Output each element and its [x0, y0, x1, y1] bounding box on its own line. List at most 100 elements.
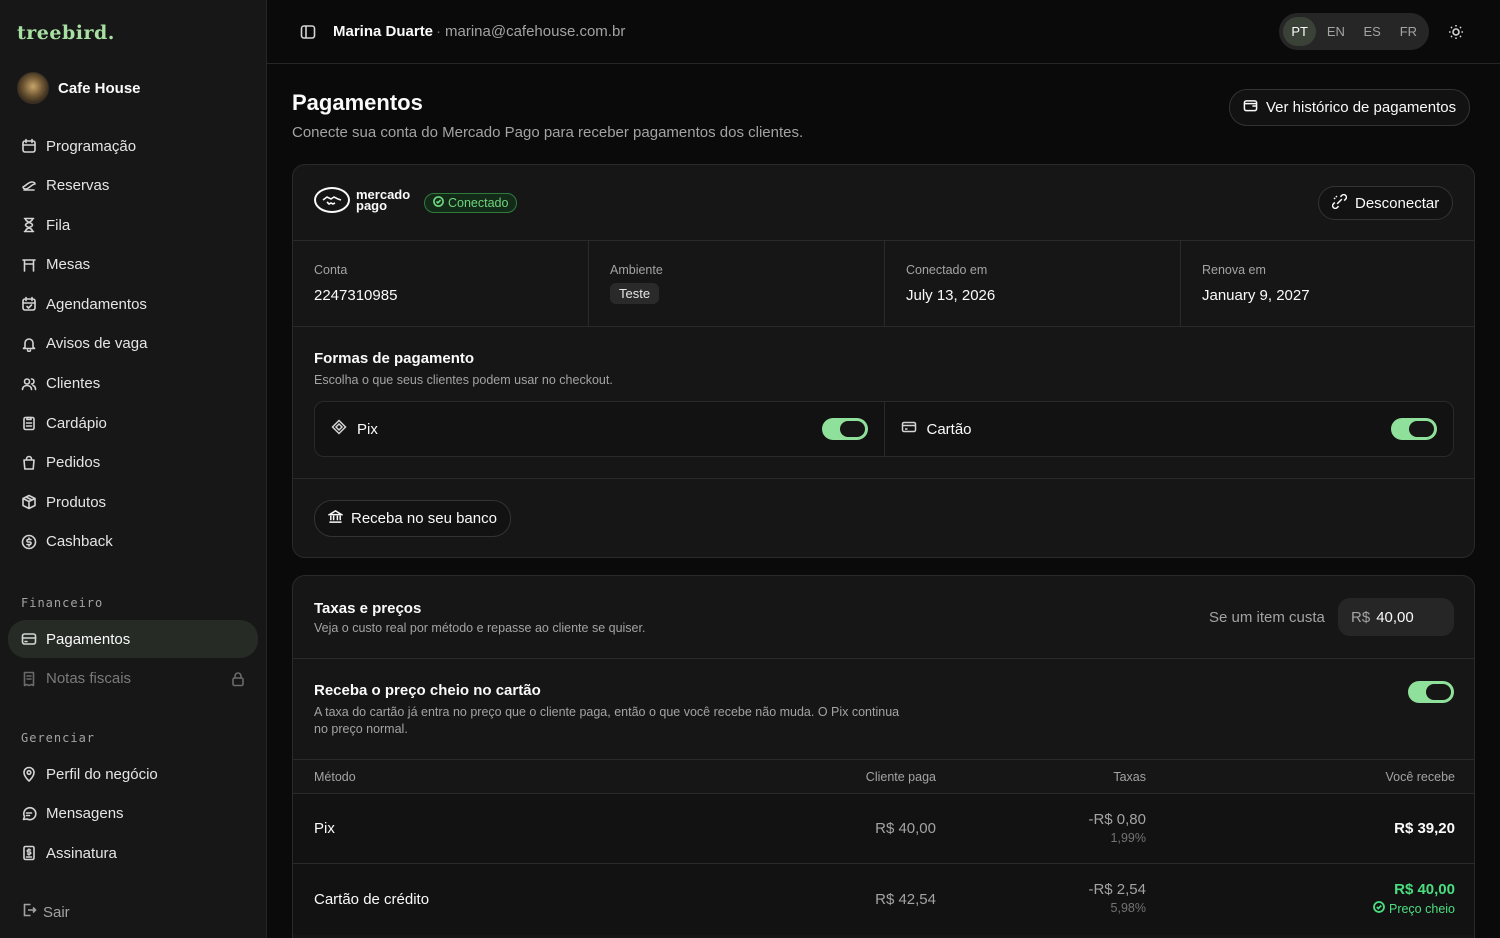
col-client-pays: Cliente paga	[865, 770, 936, 784]
section-label-gerenciar: Gerenciar	[21, 731, 96, 745]
sidebar-item-label: Agendamentos	[46, 295, 147, 313]
pix-icon	[331, 419, 347, 439]
sidebar-item-label: Pagamentos	[46, 630, 131, 648]
message-icon	[21, 806, 37, 822]
row-client-pays: R$ 40,00	[875, 820, 936, 837]
topbar: Marina Duarte · marina@cafehouse.com.br …	[267, 0, 1500, 64]
stat-label: Conta	[314, 263, 348, 277]
hourglass-icon	[21, 217, 37, 233]
sidebar-item-label: Cashback	[46, 533, 113, 551]
col-fees: Taxas	[1113, 770, 1146, 784]
sidebar-item-notas-fiscais[interactable]: Notas fiscais	[8, 660, 258, 698]
mercado-pago-logo: mercado pago	[314, 187, 410, 213]
receive-amount: R$ 39,20	[1394, 820, 1455, 837]
brand-logo[interactable]: treebird.	[17, 22, 115, 44]
sidebar-item-label: Cardápio	[46, 414, 107, 432]
currency-prefix: R$	[1351, 608, 1371, 626]
sidebar-item-cardapio[interactable]: Cardápio	[8, 404, 258, 442]
fee-amount: -R$ 0,80	[1088, 811, 1146, 828]
stat-label: Conectado em	[906, 263, 988, 277]
lang-option-en[interactable]: EN	[1319, 17, 1352, 46]
sidebar-item-perfil-do-negocio[interactable]: Perfil do negócio	[8, 755, 258, 793]
wallet-icon	[1243, 98, 1258, 117]
stat-value: January 9, 2027	[1202, 287, 1310, 304]
page-title: Pagamentos	[292, 90, 423, 115]
price-value: 40,00	[1376, 608, 1414, 626]
sidebar-item-mesas[interactable]: Mesas	[8, 246, 258, 284]
ticket-icon	[21, 178, 37, 194]
lang-option-fr[interactable]: FR	[1392, 17, 1425, 46]
pix-toggle[interactable]	[821, 418, 868, 440]
check-circle-icon	[433, 196, 444, 210]
sidebar-item-avisos-de-vaga[interactable]: Avisos de vaga	[8, 325, 258, 363]
divider	[293, 478, 1474, 479]
sidebar-item-mensagens[interactable]: Mensagens	[8, 795, 258, 833]
sun-icon[interactable]	[1448, 24, 1464, 40]
payment-methods: Pix Cartão	[314, 401, 1454, 457]
sidebar-item-cashback[interactable]: Cashback	[8, 523, 258, 561]
row-fees: -R$ 0,80 1,99%	[1088, 811, 1146, 845]
nav-financeiro: Pagamentos Notas fiscais	[8, 620, 258, 699]
page-subtitle: Conecte sua conta do Mercado Pago para r…	[292, 124, 804, 141]
sidebar-item-label: Clientes	[46, 375, 101, 393]
status-badge: Conectado	[424, 193, 518, 213]
sidebar-item-programacao[interactable]: Programação	[8, 127, 258, 165]
map-pin-icon	[21, 766, 37, 782]
logout-label: Sair	[43, 903, 70, 921]
sidebar-item-assinatura[interactable]: Assinatura	[8, 834, 258, 872]
stat-label: Renova em	[1202, 263, 1266, 277]
user-email: marina@cafehouse.com.br	[445, 23, 626, 40]
sidebar-item-reservas[interactable]: Reservas	[8, 167, 258, 205]
users-icon	[21, 376, 37, 392]
row-method: Cartão de crédito	[314, 891, 430, 908]
sidebar-item-label: Reservas	[46, 177, 110, 195]
disconnect-button[interactable]: Desconectar	[1318, 186, 1454, 220]
table-row: Pix R$ 40,00 -R$ 0,80 1,99% R$ 39,20	[293, 793, 1474, 863]
package-icon	[21, 494, 37, 510]
account-stats: Conta 2247310985 Ambiente Teste Conectad…	[293, 240, 1474, 327]
card-toggle[interactable]	[1391, 418, 1437, 440]
sidebar-item-produtos[interactable]: Produtos	[8, 483, 258, 521]
sidebar-item-label: Assinatura	[46, 844, 117, 862]
payment-history-button[interactable]: Ver histórico de pagamentos	[1229, 89, 1471, 126]
mercado-pago-wordmark: mercado pago	[356, 187, 411, 213]
lock-icon	[230, 671, 246, 687]
user-name: Marina Duarte	[333, 23, 434, 40]
row-you-receive: R$ 39,20	[1394, 820, 1455, 837]
lang-option-es[interactable]: ES	[1356, 17, 1389, 46]
full-price-toggle[interactable]	[1408, 681, 1454, 703]
fees-title: Taxas e preços	[314, 600, 422, 617]
stat-environment: Ambiente Teste	[589, 241, 885, 326]
org-name: Cafe House	[58, 79, 141, 97]
calendar-check-icon	[21, 296, 37, 312]
logout-button[interactable]: Sair	[21, 902, 70, 922]
nav-gerenciar: Perfil do negócio Mensagens Assinatura	[8, 755, 258, 874]
sidebar-toggle-icon[interactable]	[300, 24, 316, 40]
sidebar-item-pedidos[interactable]: Pedidos	[8, 444, 258, 482]
stat-value: 2247310985	[314, 287, 398, 304]
full-price-note: Preço cheio	[1373, 901, 1455, 916]
org-switcher[interactable]: Cafe House	[17, 72, 141, 104]
sidebar-item-fila[interactable]: Fila	[8, 206, 258, 244]
bank-payout-button[interactable]: Receba no seu banco	[314, 500, 511, 537]
section-label-financeiro: Financeiro	[21, 596, 104, 610]
divider	[293, 658, 1474, 659]
price-input[interactable]: R$ 40,00	[1338, 598, 1454, 636]
fee-percent: 5,98%	[1110, 901, 1146, 915]
method-card: Cartão	[885, 402, 1454, 456]
lang-option-pt[interactable]: PT	[1283, 17, 1317, 46]
sidebar-item-clientes[interactable]: Clientes	[8, 365, 258, 403]
check-circle-icon	[1373, 901, 1385, 916]
unlink-icon	[1331, 193, 1348, 213]
sidebar-item-agendamentos[interactable]: Agendamentos	[8, 285, 258, 323]
sidebar-item-label: Notas fiscais	[46, 670, 132, 688]
method-label: Cartão	[926, 420, 972, 438]
sidebar-item-label: Programação	[46, 137, 137, 155]
table-row: Cartão de crédito R$ 42,54 -R$ 2,54 5,98…	[293, 863, 1474, 935]
sidebar-item-pagamentos[interactable]: Pagamentos	[8, 620, 258, 658]
credit-card-icon	[901, 419, 917, 439]
main-content: Marina Duarte · marina@cafehouse.com.br …	[267, 0, 1500, 938]
disconnect-label: Desconectar	[1355, 194, 1440, 212]
user-separator: ·	[436, 23, 441, 40]
price-input-label: Se um item custa	[1209, 609, 1325, 626]
